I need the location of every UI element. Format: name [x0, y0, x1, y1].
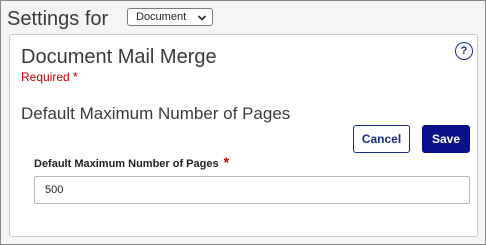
- max-pages-label-text: Default Maximum Number of Pages: [34, 158, 219, 170]
- page-title: Settings for: [7, 8, 109, 30]
- max-pages-label: Default Maximum Number of Pages *: [34, 155, 229, 171]
- settings-window: Settings for Document Document Mail Merg…: [0, 0, 486, 245]
- section-title: Default Maximum Number of Pages: [21, 104, 291, 123]
- mail-merge-panel: Document Mail Merge Required * ? Default …: [9, 34, 478, 237]
- scope-select[interactable]: Document: [127, 8, 213, 26]
- save-button[interactable]: Save: [422, 125, 470, 153]
- required-star: *: [72, 69, 78, 84]
- chevron-down-icon: [197, 15, 207, 21]
- required-text: Required: [21, 70, 70, 84]
- panel-title: Document Mail Merge: [21, 46, 217, 68]
- max-pages-required-star: *: [223, 154, 230, 170]
- help-icon[interactable]: ?: [455, 42, 473, 60]
- max-pages-input[interactable]: [34, 176, 470, 204]
- cancel-button[interactable]: Cancel: [353, 125, 410, 153]
- required-note: Required *: [21, 69, 78, 85]
- scope-select-value: Document: [136, 11, 187, 23]
